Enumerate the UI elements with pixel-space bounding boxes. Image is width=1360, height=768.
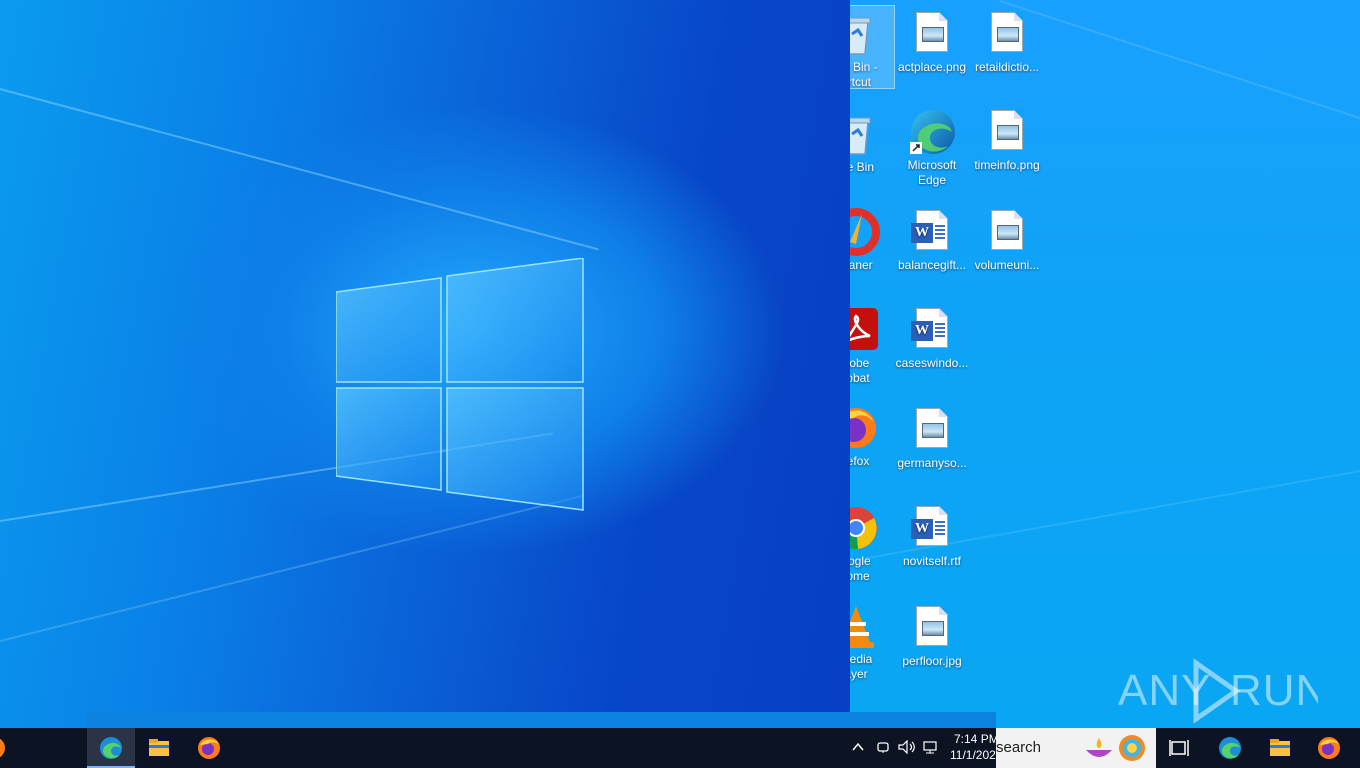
desktop-icon-perfloor-jpg[interactable]: perfloor.jpg bbox=[894, 600, 970, 669]
desktop-icon-germanyso[interactable]: germanyso... bbox=[894, 402, 970, 471]
recycle-bin-icon bbox=[850, 110, 880, 158]
desktop-icon-vlc-media-player[interactable]: media ayer bbox=[850, 598, 894, 682]
search-highlight-diya-icon bbox=[1084, 734, 1114, 762]
ccleaner-icon bbox=[850, 208, 880, 256]
anyrun-watermark: ANY RUN bbox=[1118, 655, 1318, 725]
light-beam bbox=[0, 88, 599, 251]
search-highlight-rangoli-icon bbox=[1116, 732, 1148, 764]
desktop-icon-timeinfo-png[interactable]: timeinfo.png bbox=[969, 104, 1045, 173]
image-file-icon bbox=[908, 406, 956, 454]
volume-icon[interactable] bbox=[898, 740, 916, 754]
meet-now-icon[interactable] bbox=[876, 740, 890, 754]
desktop-icon-balancegift[interactable]: W balancegift... bbox=[894, 204, 970, 273]
vlc-icon bbox=[850, 602, 880, 650]
taskbar-firefox-button[interactable] bbox=[185, 728, 233, 768]
desktop-icon-adobe-acrobat[interactable]: dobe robat bbox=[850, 302, 894, 386]
network-icon[interactable] bbox=[922, 740, 940, 754]
firefox-icon bbox=[197, 736, 221, 760]
search-input-text: search bbox=[996, 739, 1042, 756]
edge-icon bbox=[908, 108, 956, 156]
clock[interactable]: 7:14 PM 11/1/202 bbox=[948, 731, 996, 763]
taskbar-file-explorer-button[interactable] bbox=[135, 728, 183, 768]
firefox-icon bbox=[1317, 736, 1341, 760]
desktop-icons-partial-column: cle Bin - ortcut cle Bin leaner dobe rob… bbox=[850, 0, 898, 728]
folder-icon bbox=[147, 736, 171, 760]
windows-logo-icon bbox=[336, 258, 584, 512]
taskbar-edge-button[interactable] bbox=[1206, 728, 1254, 768]
desktop-icon-volumeuni[interactable]: volumeuni... bbox=[969, 204, 1045, 273]
image-file-icon bbox=[983, 208, 1031, 256]
clock-date: 11/1/202 bbox=[950, 748, 996, 762]
light-beam bbox=[0, 494, 583, 642]
task-view-icon bbox=[1169, 738, 1191, 758]
recycle-bin-icon bbox=[850, 10, 880, 58]
firefox-icon bbox=[850, 404, 880, 452]
image-file-icon bbox=[983, 10, 1031, 58]
taskbar-file-explorer-button[interactable] bbox=[1256, 728, 1304, 768]
desktop-icon-retaildictio[interactable]: retaildictio... bbox=[969, 6, 1045, 75]
desktop-icon-ccleaner[interactable]: leaner bbox=[850, 204, 894, 273]
wallpaper-left bbox=[0, 0, 850, 728]
desktop-icon-recycle-bin-shortcut[interactable]: cle Bin - ortcut bbox=[850, 5, 895, 89]
taskbar-edge-button[interactable] bbox=[87, 728, 135, 768]
word-document-icon: W bbox=[908, 208, 956, 256]
clock-time: 7:14 PM bbox=[954, 732, 996, 746]
desktop-icon-actplace-png[interactable]: actplace.png bbox=[894, 6, 970, 75]
taskbar-firefox-button[interactable] bbox=[0, 728, 18, 768]
desktop-icon-caseswindo[interactable]: W caseswindo... bbox=[894, 302, 970, 371]
desktop-icon-novitself-rtf[interactable]: W novitself.rtf bbox=[894, 500, 970, 569]
tray-chevron-icon[interactable] bbox=[851, 740, 865, 754]
edge-icon bbox=[99, 736, 123, 760]
task-view-button[interactable] bbox=[1156, 728, 1204, 768]
adobe-acrobat-icon bbox=[850, 306, 880, 354]
desktop-icon-microsoft-edge[interactable]: Microsoft Edge bbox=[894, 104, 970, 188]
edge-icon bbox=[1218, 736, 1242, 760]
chrome-icon bbox=[850, 504, 880, 552]
desktop-icon-firefox[interactable]: refox bbox=[850, 400, 894, 469]
desktop-icon-recycle-bin[interactable]: cle Bin bbox=[850, 106, 894, 175]
image-file-icon bbox=[983, 108, 1031, 156]
folder-icon bbox=[1268, 736, 1292, 760]
watermark-text-run: RUN bbox=[1230, 666, 1318, 715]
image-file-icon bbox=[908, 10, 956, 58]
taskbar-firefox-button[interactable] bbox=[1305, 728, 1353, 768]
taskbar-preview-strip bbox=[87, 712, 996, 728]
desktop-icon-google-chrome[interactable]: oogle rome bbox=[850, 500, 894, 584]
image-file-icon bbox=[908, 604, 956, 652]
word-document-icon: W bbox=[908, 306, 956, 354]
light-beam bbox=[999, 0, 1360, 132]
firefox-icon bbox=[0, 736, 6, 760]
word-document-icon: W bbox=[908, 504, 956, 552]
